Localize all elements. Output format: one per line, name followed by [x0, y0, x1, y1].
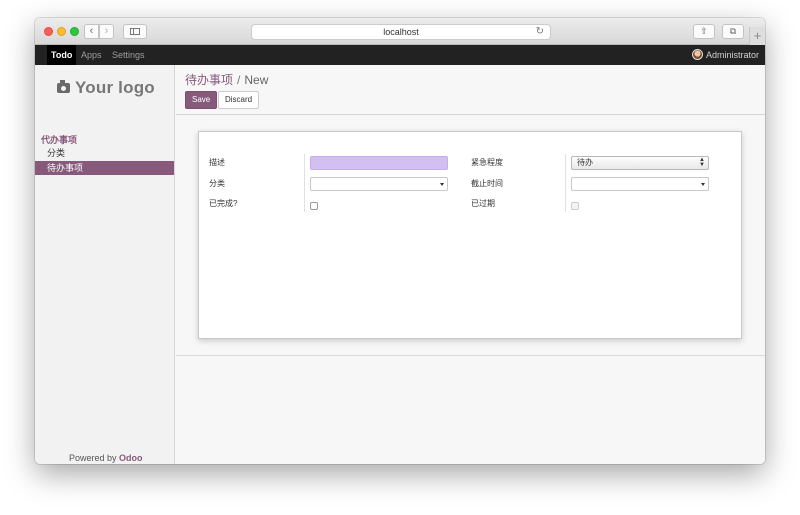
deadline-label: 截止时间: [471, 179, 503, 188]
breadcrumb-separator: /: [237, 73, 241, 87]
logo-text: Your logo: [75, 78, 155, 97]
description-input[interactable]: [310, 156, 448, 170]
sidebar-group-todo[interactable]: 代办事项: [41, 133, 77, 146]
tabs-icon: ⧉: [729, 26, 737, 36]
minimize-window-button[interactable]: [57, 27, 66, 36]
nav-item-apps[interactable]: Apps: [77, 45, 106, 65]
tab-overview-button[interactable]: ⧉: [722, 24, 744, 39]
form-view: 描述 分类 已完成? 紧急程度 截止时间 已过期 待办 ▲ ▼: [176, 116, 765, 464]
main-navbar: Todo Apps Settings Administrator: [35, 45, 765, 65]
category-label: 分类: [209, 179, 225, 188]
sidebar-icon: [130, 28, 140, 35]
powered-prefix: Powered by: [69, 453, 117, 463]
zoom-window-button[interactable]: [70, 27, 79, 36]
reload-icon[interactable]: ↻: [536, 25, 544, 39]
sidebar: Your logo 代办事项 分类 待办事项 Powered by Odoo: [35, 65, 175, 464]
caret-down-icon: [440, 183, 444, 186]
nav-item-todo[interactable]: Todo: [47, 45, 77, 65]
close-window-button[interactable]: [44, 27, 53, 36]
camera-icon: [57, 80, 70, 93]
user-menu[interactable]: Administrator: [691, 45, 759, 65]
expired-checkbox: [571, 202, 579, 210]
expired-label: 已过期: [471, 199, 495, 208]
chevron-right-icon: ›: [104, 25, 109, 37]
address-bar[interactable]: localhost ↻: [251, 24, 551, 40]
save-button[interactable]: Save: [185, 91, 218, 109]
up-down-arrows-icon: ▲ ▼: [699, 157, 705, 168]
back-button[interactable]: ‹: [84, 24, 99, 39]
urgency-label: 紧急程度: [471, 158, 503, 167]
sidebar-item-category[interactable]: 分类: [35, 146, 174, 160]
browser-titlebar: ‹ › localhost ↻ ⇧ ⧉ +: [35, 18, 765, 45]
user-name: Administrator: [705, 50, 759, 60]
sidebar-item-todo[interactable]: 待办事项: [35, 161, 174, 175]
show-sidebar-button[interactable]: [123, 24, 147, 39]
discard-button[interactable]: Discard: [218, 91, 260, 109]
control-panel: 待办事项 / New Save Discard: [176, 65, 765, 115]
forward-button[interactable]: ›: [99, 24, 114, 39]
breadcrumb-current: New: [244, 73, 269, 87]
odoo-link[interactable]: Odoo: [119, 453, 143, 463]
nav-item-settings[interactable]: Settings: [108, 45, 149, 65]
field-divider: [565, 154, 566, 212]
caret-down-icon: [701, 183, 705, 186]
field-divider: [304, 154, 305, 212]
plus-icon: +: [753, 28, 762, 43]
chatter-divider: [176, 355, 765, 356]
form-sheet: 描述 分类 已完成? 紧急程度 截止时间 已过期 待办 ▲ ▼: [198, 131, 742, 339]
share-icon: ⇧: [700, 26, 708, 36]
deadline-input[interactable]: [571, 177, 709, 191]
company-logo[interactable]: Your logo: [57, 78, 155, 98]
done-checkbox[interactable]: [310, 202, 318, 210]
browser-window: ‹ › localhost ↻ ⇧ ⧉ + Todo Apps Settings…: [35, 18, 765, 464]
description-label: 描述: [209, 158, 225, 167]
category-select[interactable]: [310, 177, 448, 191]
new-tab-button[interactable]: +: [749, 27, 765, 45]
powered-by: Powered by Odoo: [69, 453, 143, 463]
urgency-value: 待办: [577, 158, 593, 167]
breadcrumb-parent[interactable]: 待办事项: [185, 73, 233, 87]
chevron-left-icon: ‹: [89, 25, 94, 37]
urgency-select[interactable]: 待办 ▲ ▼: [571, 156, 709, 170]
done-label: 已完成?: [209, 199, 238, 208]
breadcrumb: 待办事项 / New: [185, 71, 268, 88]
avatar: [691, 49, 703, 60]
url-text: localhost: [383, 27, 419, 37]
share-button[interactable]: ⇧: [693, 24, 715, 39]
